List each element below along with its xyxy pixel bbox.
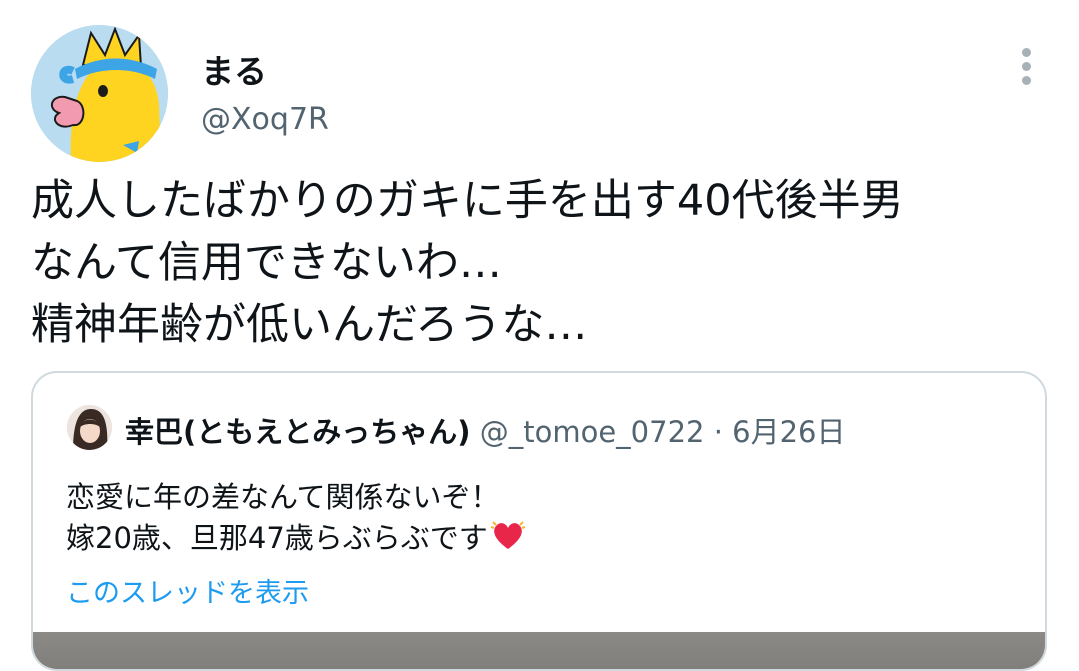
show-thread-link[interactable]: このスレッドを表示 (66, 571, 309, 610)
person-photo-icon (67, 405, 112, 450)
tweet-line: 精神年齢が低いんだろうな… (31, 300, 588, 350)
quoted-line-text: 嫁20歳、旦那47歳らぶらぶです (66, 521, 488, 555)
tweet-line: なんて信用できないわ… (31, 238, 502, 288)
quoted-line: 嫁20歳、旦那47歳らぶらぶです (66, 517, 526, 557)
author-name[interactable]: まる (201, 45, 267, 93)
beating-heart-icon (490, 517, 526, 563)
author-handle[interactable]: @Xoq7R (201, 102, 329, 137)
quoted-text: 恋愛に年の差なんて関係ないぞ！ 嫁20歳、旦那47歳らぶらぶです (66, 477, 526, 557)
author-avatar[interactable] (31, 25, 168, 162)
more-options-icon[interactable] (1014, 44, 1040, 88)
tweet-text: 成人したばかりのガキに手を出す40代後半男 なんて信用できないわ… 精神年齢が低… (31, 170, 1061, 356)
tweet-line: 成人したばかりのガキに手を出す40代後半男 (31, 176, 904, 226)
quoted-tweet-card[interactable]: 幸巴(ともえとみっちゃん) @_tomoe_0722 · 6月26日 恋愛に年の… (31, 371, 1047, 671)
quoted-author-handle[interactable]: @_tomoe_0722 (480, 415, 705, 449)
cartoon-chick-avatar-icon (31, 25, 168, 162)
quoted-author-name[interactable]: 幸巴(ともえとみっちゃん) (125, 415, 471, 449)
quoted-line: 恋愛に年の差なんて関係ないぞ！ (66, 480, 500, 514)
quoted-media-image[interactable] (33, 632, 1045, 669)
meta-separator: · (713, 415, 723, 449)
quoted-header: 幸巴(ともえとみっちゃん) @_tomoe_0722 · 6月26日 (125, 409, 846, 451)
quoted-date[interactable]: 6月26日 (732, 415, 845, 449)
quoted-avatar[interactable] (67, 405, 112, 450)
